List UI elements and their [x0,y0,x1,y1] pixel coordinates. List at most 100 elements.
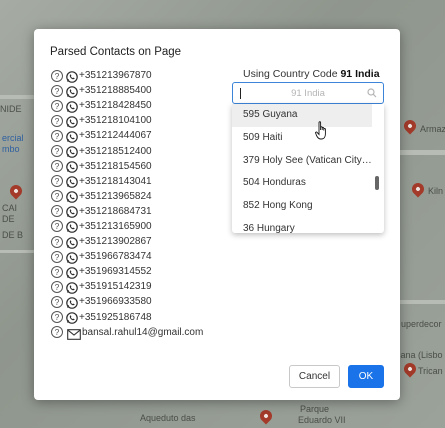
whatsapp-icon[interactable] [66,145,78,158]
country-option[interactable]: 36 Hungary [232,218,372,233]
map-label: CAI [2,203,18,213]
whatsapp-icon[interactable] [66,115,78,128]
help-icon[interactable]: ? [51,190,63,203]
map-road [400,150,445,155]
help-icon[interactable]: ? [51,311,63,324]
help-icon[interactable]: ? [51,114,63,127]
dropdown-scrollbar[interactable] [375,176,379,190]
help-icon[interactable]: ? [51,69,63,82]
map-label: Parque [300,404,330,414]
map-label: mbo [2,144,20,154]
map-label: DE B [2,230,24,240]
contact-phone: +351213967870 [79,70,152,82]
whatsapp-icon[interactable] [66,190,78,204]
dialog-title: Parsed Contacts on Page [50,46,182,58]
country-code-label-text: Using Country Code [243,68,338,80]
contact-row: ? +351969314552 [51,264,203,279]
cancel-button[interactable]: Cancel [289,365,340,388]
whatsapp-icon[interactable] [66,236,78,249]
help-icon[interactable]: ? [51,326,63,339]
contact-email: bansal.rahul14@gmail.com [82,326,204,338]
help-icon[interactable]: ? [51,235,63,248]
email-icon[interactable] [67,327,81,340]
contact-phone: +351218154560 [79,160,152,172]
map-label: uperdecor [401,319,442,329]
contact-row: ? +351966783474 [51,249,203,264]
help-icon[interactable]: ? [51,295,63,308]
contact-row: ? +351966933580 [51,294,203,309]
search-icon [367,88,377,98]
contact-row: ? +351218684731 [51,204,203,219]
contact-phone: +351218684731 [79,205,152,217]
contact-phone: +351213165900 [79,220,152,232]
country-code-value: 91 India [340,68,380,80]
help-icon[interactable]: ? [51,99,63,112]
contact-row: ? +351218143041 [51,174,203,189]
help-icon[interactable]: ? [51,145,63,158]
country-option[interactable]: 504 Honduras [232,172,372,195]
help-icon[interactable]: ? [51,175,63,188]
country-option[interactable]: 595 Guyana [232,104,372,127]
map-label: Trican [418,366,443,376]
country-option[interactable]: 509 Haiti [232,127,372,150]
map-pin-icon [409,180,427,198]
map-road [400,300,445,304]
map-pin-icon [257,407,275,425]
map-label: NIDE [0,104,22,114]
whatsapp-icon[interactable] [66,220,78,234]
help-icon[interactable]: ? [51,280,63,293]
map-pin-icon [401,117,419,135]
whatsapp-icon[interactable] [66,130,78,143]
whatsapp-icon[interactable] [66,296,78,309]
parsed-contacts-dialog: Parsed Contacts on Page ? +351213967870? +… [34,29,400,400]
contact-phone: +351969314552 [79,266,152,278]
contact-row: ? bansal.rahul14@gmail.com [51,325,203,340]
whatsapp-icon[interactable] [66,175,78,189]
map-pin-icon [401,360,419,378]
contact-row: ? +351925186748 [51,310,203,325]
contact-phone: +351213902867 [79,236,152,248]
help-icon[interactable]: ? [51,250,63,263]
help-icon[interactable]: ? [51,265,63,278]
help-icon[interactable]: ? [51,160,63,173]
contact-row: ? +351213902867 [51,234,203,249]
contact-phone: +351915142319 [79,281,152,293]
map-label: ercial [2,133,24,143]
help-icon[interactable]: ? [51,205,63,218]
map-pin-icon [7,182,25,200]
country-option[interactable]: 852 Hong Kong [232,195,372,218]
whatsapp-icon[interactable] [66,266,78,279]
contact-row: ? +351218512400 [51,143,203,158]
ok-button[interactable]: OK [348,365,384,388]
country-option[interactable]: 379 Holy See (Vatican City State) [232,150,372,173]
help-icon[interactable]: ? [51,220,63,233]
whatsapp-icon[interactable] [66,70,78,83]
contact-row: ? +351213967870 [51,68,203,83]
whatsapp-icon[interactable] [66,311,78,324]
contact-row: ? +351218104100 [51,113,203,128]
country-dropdown-list: 595 Guyana 509 Haiti 379 Holy See (Vatican… [232,104,384,233]
contact-phone: +351218143041 [79,175,152,187]
contact-phone: +351966933580 [79,296,152,308]
contact-row: ? +351213965824 [51,189,203,204]
help-icon[interactable]: ? [51,84,63,97]
map-label: cana (Lisbo [396,350,443,360]
contact-row: ? +351218885400 [51,83,203,98]
help-icon[interactable]: ? [51,129,63,142]
contact-phone: +351213965824 [79,190,152,202]
whatsapp-icon[interactable] [66,251,78,264]
contact-row: ? +351218428450 [51,98,203,113]
country-search-input[interactable]: 91 India [232,82,384,104]
map-label: Armaz [420,124,445,134]
map-label: DE [2,214,15,224]
whatsapp-icon[interactable] [66,281,78,294]
contacts-list: ? +351213967870? +351218885400? +3512184284… [51,68,203,340]
whatsapp-icon[interactable] [66,160,78,173]
contact-phone: +351218885400 [79,85,152,97]
whatsapp-icon[interactable] [66,205,78,219]
whatsapp-icon[interactable] [66,85,78,98]
contact-row: ? +351915142319 [51,279,203,294]
whatsapp-icon[interactable] [66,100,78,113]
contact-phone: +351212444067 [79,130,152,142]
contact-row: ? +351218154560 [51,159,203,174]
